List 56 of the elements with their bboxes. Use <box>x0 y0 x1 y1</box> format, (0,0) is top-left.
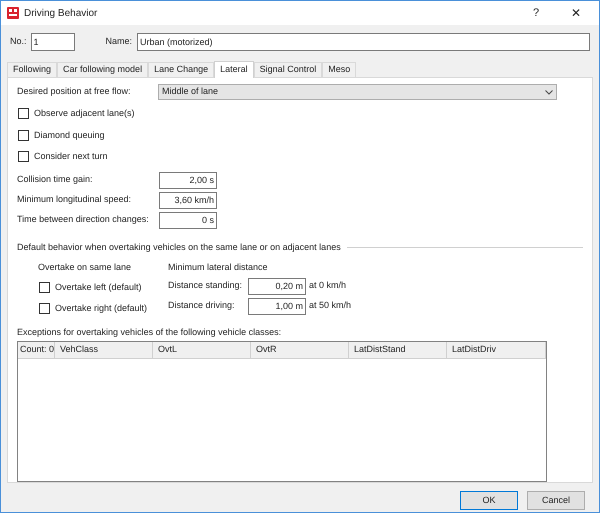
checkbox-label: Overtake right (default) <box>55 302 148 315</box>
field-label: Desired position at free flow: <box>17 85 132 98</box>
value-field[interactable]: 0,20 m <box>248 278 306 294</box>
checkbox[interactable] <box>39 303 50 314</box>
tab[interactable]: Car following model <box>57 62 148 77</box>
checkbox-label: Diamond queuing <box>34 128 105 142</box>
value-field[interactable]: 2,00 s <box>159 172 217 188</box>
number-field[interactable]: 1 <box>30 32 75 50</box>
checkbox[interactable] <box>39 282 50 293</box>
field-label: Minimum longitudinal speed: <box>17 193 132 206</box>
checkbox-row[interactable]: Overtake left (default) <box>39 280 168 294</box>
section-title: Default behavior when overtaking vehicles on the same lane or on adjacent lanes <box>17 240 341 254</box>
dialog-button[interactable]: Cancel <box>527 491 585 510</box>
checkbox[interactable] <box>18 130 29 141</box>
number-label: No.: <box>10 34 27 48</box>
tab[interactable]: Lateral <box>214 61 254 78</box>
column-header[interactable]: LatDistDriv <box>447 342 546 358</box>
tab[interactable]: Following <box>7 62 58 77</box>
column-header[interactable]: OvtL <box>153 342 251 358</box>
app-icon <box>7 7 19 19</box>
group-label: Overtake on same lane <box>38 261 132 274</box>
field-label: Collision time gain: <box>17 173 94 186</box>
field-label: Time between direction changes: <box>17 213 150 226</box>
field-label: Distance driving: <box>168 299 236 312</box>
tab[interactable]: Signal Control <box>254 62 322 77</box>
column-header[interactable]: LatDistStand <box>349 342 447 358</box>
checkbox-row[interactable]: Consider next turn <box>18 150 583 164</box>
group-label: Minimum lateral distance <box>168 261 269 274</box>
value-field[interactable]: 1,00 m <box>248 298 306 314</box>
close-button[interactable]: ✕ <box>559 4 593 22</box>
checkbox-row[interactable]: Diamond queuing <box>18 128 583 142</box>
position-dropdown[interactable]: Middle of lane <box>158 84 557 100</box>
checkbox-label: Overtake left (default) <box>55 280 142 294</box>
unit-label: at 50 km/h <box>309 299 352 312</box>
checkbox[interactable] <box>18 151 29 162</box>
name-field[interactable]: Urban (motorized) <box>137 32 590 50</box>
chevron-down-icon <box>545 90 553 94</box>
window-title: Driving Behavior <box>24 6 98 20</box>
value-field[interactable]: 0 s <box>159 212 217 228</box>
help-button[interactable]: ? <box>521 4 551 22</box>
checkbox-label: Observe adjacent lane(s) <box>34 107 135 120</box>
checkbox-row[interactable]: Overtake right (default) <box>39 302 168 316</box>
value-field[interactable]: 3,60 km/h <box>159 192 217 208</box>
tab[interactable]: Lane Change <box>148 62 214 77</box>
dialog-button[interactable]: OK <box>460 491 518 510</box>
table-caption: Exceptions for overtaking vehicles of the following vehicle classes: <box>17 326 282 339</box>
unit-label: at 0 km/h <box>309 279 346 292</box>
tab[interactable]: Meso <box>322 62 356 77</box>
checkbox-label: Consider next turn <box>34 150 108 163</box>
field-label: Distance standing: <box>168 279 244 292</box>
name-label: Name: <box>106 34 132 48</box>
column-header[interactable]: VehClass <box>55 342 153 358</box>
row-count: Count: 0 <box>18 342 55 358</box>
checkbox[interactable] <box>18 108 29 120</box>
column-header[interactable]: OvtR <box>251 342 349 358</box>
checkbox-row[interactable]: Observe adjacent lane(s) <box>18 107 583 120</box>
